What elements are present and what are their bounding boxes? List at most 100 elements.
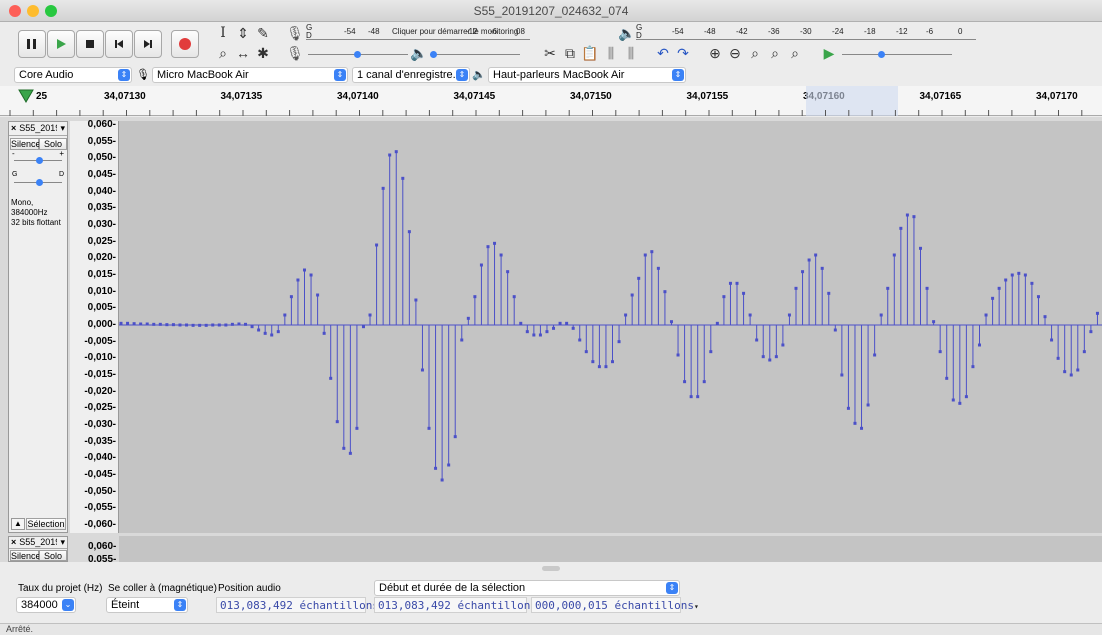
track-2-header[interactable]: × S55_2019120 ▾ (9, 537, 67, 549)
zoom-in-icon[interactable]: ⊕ (706, 44, 724, 62)
selection-tool-icon[interactable]: I (214, 24, 232, 42)
close-track-icon[interactable]: × (11, 537, 16, 548)
copy-icon[interactable]: ⧉ (561, 44, 579, 62)
sample-point (263, 331, 267, 335)
track-menu-icon[interactable]: ▾ (60, 537, 65, 548)
speaker-icon[interactable]: 🔈 (618, 24, 636, 42)
timeshift-tool-icon[interactable]: ↔ (234, 44, 252, 62)
play-tick: 0 (958, 27, 963, 36)
gain-slider[interactable]: - + (12, 149, 64, 164)
sample-point (493, 241, 497, 245)
project-rate-select[interactable]: 384000 ⌄ (16, 597, 76, 613)
silence-icon[interactable]: ⫼ (622, 44, 640, 62)
sample-point (827, 291, 831, 295)
record-button[interactable] (171, 30, 199, 58)
skip-to-end-button[interactable] (134, 30, 162, 58)
sample-point (473, 295, 477, 299)
chevron-down-icon[interactable]: ▾ (694, 602, 699, 611)
timeline-ruler[interactable]: 25 34,07130 34,07135 34,07140 34,07145 34,07… (0, 86, 1102, 116)
sample-point (860, 426, 864, 430)
envelope-tool-icon[interactable]: ⇕ (234, 24, 252, 42)
recording-device-select[interactable]: Micro MacBook Air ⇕ (152, 67, 348, 83)
stop-button[interactable] (76, 30, 104, 58)
scrollbar-thumb[interactable] (542, 566, 560, 571)
selection-mode-select[interactable]: Début et durée de la sélection ⇕ (374, 580, 680, 596)
fit-selection-icon[interactable]: ⌕ (746, 44, 764, 62)
multi-tool-icon[interactable]: ✱ (254, 44, 272, 62)
microphone-icon: 🎙 (136, 69, 150, 81)
sample-point (597, 365, 601, 369)
sample-point (958, 401, 962, 405)
play-tick: -18 (864, 27, 876, 36)
undo-icon[interactable]: ↶ (654, 44, 672, 62)
draw-tool-icon[interactable]: ✎ (254, 24, 272, 42)
vruler-label: 0,005- (87, 302, 116, 314)
vruler-label: -0,060- (84, 519, 116, 530)
cut-icon[interactable]: ✂ (541, 44, 559, 62)
audio-position-field[interactable]: 013,083,492 échantillons▾ (216, 597, 384, 613)
snap-to-select[interactable]: Éteint ⇕ (106, 597, 188, 613)
sample-point (322, 331, 326, 335)
selection-length-field[interactable]: 000,000,015 échantillons▾ (531, 597, 699, 613)
sample-point (873, 353, 877, 357)
horizontal-scrollbar[interactable] (0, 562, 1102, 575)
playback-device-select[interactable]: Haut-parleurs MacBook Air ⇕ (488, 67, 686, 83)
sample-point (1043, 315, 1047, 319)
slider-thumb[interactable] (36, 179, 43, 186)
track-2-name[interactable]: S55_2019120 (19, 537, 57, 548)
sample-point (257, 328, 261, 332)
microphone-icon[interactable]: 🎙 (286, 24, 304, 42)
selection-start-field[interactable]: 013,083,492 échantillons▾ (374, 597, 542, 613)
recording-volume-slider[interactable] (308, 51, 408, 58)
select-track-button[interactable]: Sélection (26, 518, 66, 530)
redo-icon[interactable]: ↷ (674, 44, 692, 62)
playback-meter[interactable]: G D -54 -48 -42 -36 -30 -24 -18 -12 -6 0 (636, 24, 976, 40)
slider-thumb[interactable] (878, 51, 885, 58)
chevron-updown-icon: ⇕ (666, 582, 678, 594)
collapse-track-button[interactable]: ▲ (11, 518, 25, 530)
recording-channels-select[interactable]: 1 canal d'enregistre... ⇕ (352, 67, 470, 83)
track-menu-icon[interactable]: ▾ (60, 123, 65, 134)
vertical-ruler[interactable]: 0,060- 0,055- 0,050- 0,045- 0,040- 0,035- 0,03… (70, 119, 119, 533)
play-tick: -48 (704, 27, 716, 36)
track-name[interactable]: S55_2019120 (19, 123, 57, 134)
zoom-toggle-icon[interactable]: ⌕ (786, 44, 804, 62)
slider-thumb[interactable] (36, 157, 43, 164)
trim-icon[interactable]: ⫼ (602, 44, 620, 62)
play-at-speed-icon[interactable]: ▶ (820, 44, 838, 62)
sample-point (126, 321, 130, 325)
slider-thumb[interactable] (354, 51, 361, 58)
skip-to-start-button[interactable] (105, 30, 133, 58)
sample-point (912, 215, 916, 219)
track-2-waveform[interactable] (119, 536, 1102, 562)
mute-button[interactable]: Silencer (10, 550, 44, 561)
close-track-icon[interactable]: × (11, 123, 16, 134)
sample-point (479, 263, 483, 267)
window-title: S55_20191207_024632_074 (473, 4, 629, 18)
sample-point (663, 290, 667, 294)
playback-volume-slider[interactable] (430, 51, 520, 58)
recording-meter[interactable]: G D -54 -48 Cliquer pour démarrer le mon… (306, 24, 530, 40)
track-header[interactable]: × S55_2019120 ▾ (9, 122, 67, 136)
sample-point (434, 466, 438, 470)
sample-point (204, 323, 208, 327)
audio-host-select[interactable]: Core Audio ⇕ (14, 67, 132, 83)
sample-point (342, 446, 346, 450)
zoom-tool-icon[interactable]: ⌕ (214, 44, 232, 62)
fit-project-icon[interactable]: ⌕ (766, 44, 784, 62)
sample-point (604, 365, 608, 369)
pan-slider[interactable]: G D (12, 171, 64, 186)
vruler-label: -0,045- (84, 469, 116, 480)
zoom-out-icon[interactable]: ⊖ (726, 44, 744, 62)
play-button[interactable] (47, 30, 75, 58)
play-speed-slider[interactable] (842, 51, 952, 58)
paste-icon[interactable]: 📋 (581, 44, 599, 62)
waveform[interactable] (119, 121, 1102, 533)
sample-point (237, 322, 241, 326)
selection-length-value: 000,000,015 échantillons (535, 599, 694, 612)
vruler-label: 0,010- (87, 285, 116, 297)
slider-thumb[interactable] (430, 51, 437, 58)
pause-button[interactable] (18, 30, 46, 58)
solo-button[interactable]: Solo (39, 550, 67, 561)
sample-point (984, 313, 988, 317)
